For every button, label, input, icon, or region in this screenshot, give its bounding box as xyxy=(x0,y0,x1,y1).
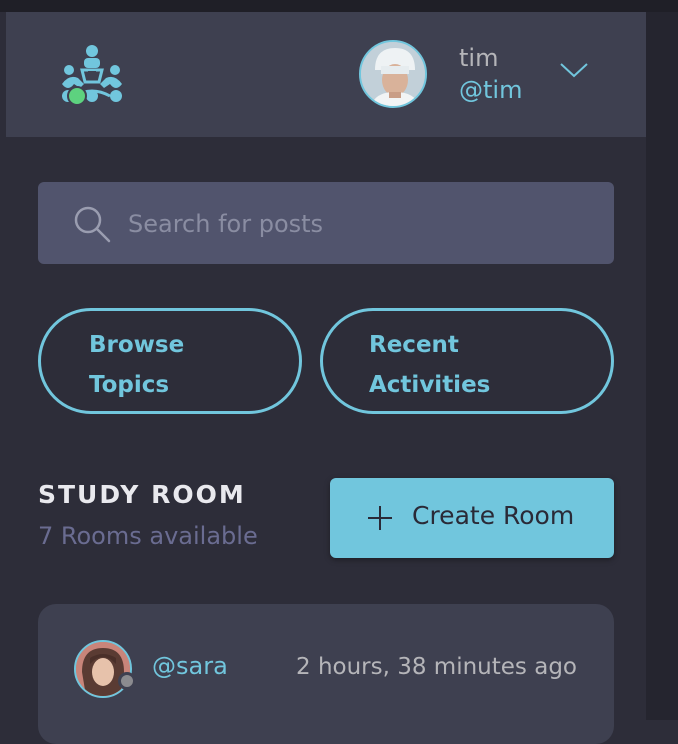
chevron-down-icon[interactable] xyxy=(559,60,589,80)
browse-topics-button[interactable]: Browse Topics xyxy=(38,308,302,414)
header: tim @tim xyxy=(6,12,646,137)
search-icon xyxy=(74,206,111,243)
avatar-portrait-image xyxy=(361,42,425,106)
create-room-label: Create Room xyxy=(412,501,575,530)
browse-topics-label-line2: Topics xyxy=(89,372,170,398)
rooms-available-count: 7 Rooms available xyxy=(38,522,258,550)
room-timestamp: 2 hours, 38 minutes ago xyxy=(296,654,577,680)
online-status-dot xyxy=(67,86,87,106)
search-bar xyxy=(38,182,614,264)
user-name: tim xyxy=(459,44,499,72)
plus-icon xyxy=(368,506,392,530)
recent-activities-label-line1: Recent xyxy=(369,332,459,358)
window-top-strip xyxy=(0,0,678,12)
avatar xyxy=(359,40,427,108)
offline-status-dot xyxy=(118,672,136,690)
user-avatar-button[interactable] xyxy=(359,40,431,112)
scroll-gutter xyxy=(646,12,678,720)
recent-activities-button[interactable]: Recent Activities xyxy=(320,308,614,414)
browse-topics-label-line1: Browse xyxy=(89,332,185,358)
user-handle: @tim xyxy=(459,76,523,104)
room-host-handle[interactable]: @sara xyxy=(152,652,228,680)
app-panel: tim @tim Browse Topics Recent Activities… xyxy=(6,12,646,744)
search-input[interactable] xyxy=(126,202,590,246)
room-card[interactable]: @sara 2 hours, 38 minutes ago xyxy=(38,604,614,744)
study-room-title: STUDY ROOM xyxy=(38,480,246,509)
create-room-button[interactable]: Create Room xyxy=(330,478,614,558)
recent-activities-label-line2: Activities xyxy=(369,372,491,398)
